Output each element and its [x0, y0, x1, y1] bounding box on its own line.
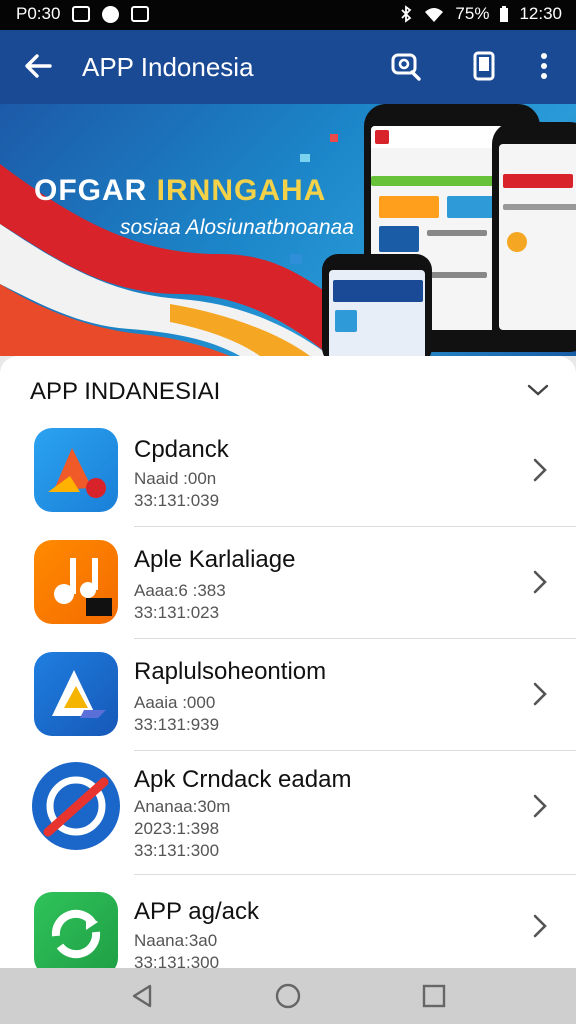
- app-name: APP ag/ack: [134, 898, 259, 925]
- list-item[interactable]: Raplulsoheontiom Aaaia :000 33:131:939: [0, 640, 576, 750]
- chevron-right-icon[interactable]: [530, 680, 550, 708]
- search-icon[interactable]: [390, 50, 422, 82]
- banner-headline: OFGAR IRNNGAHA: [34, 174, 326, 208]
- app-meta-line: Aaaia :000: [134, 693, 216, 712]
- banner-headline-a: OFGAR: [34, 174, 148, 207]
- battery-icon: [500, 6, 509, 22]
- status-left-time: P0:30: [16, 4, 61, 23]
- app-icon-app-agack: [34, 892, 118, 968]
- app-meta-line: 33:131:939: [134, 715, 220, 734]
- image-notification-icon: [72, 6, 91, 22]
- app-meta: Aaaa:6 :383 33:131:023: [134, 580, 226, 624]
- app-meta-line: 2023:1:398: [134, 819, 220, 838]
- app-meta-line: 33:131:300: [134, 841, 220, 860]
- app-notification-icon: [131, 6, 150, 22]
- list-item[interactable]: Apk Crndack eadam Ananaa:30m 2023:1:398 …: [0, 752, 576, 874]
- app-meta-line: 33:131:300: [134, 953, 220, 968]
- settings-notification-icon: [102, 5, 120, 23]
- divider: [134, 638, 576, 639]
- list-item[interactable]: Aple Karlaliage Aaaa:6 :383 33:131:023: [0, 528, 576, 638]
- app-list-sheet: APP INDANESIAI Cpdanck Naaid :00n 33:131…: [0, 356, 576, 968]
- device-icon[interactable]: [468, 50, 500, 82]
- chevron-right-icon[interactable]: [530, 568, 550, 596]
- nav-home-icon[interactable]: [274, 982, 302, 1010]
- app-meta: Naaid :00n 33:131:039: [134, 468, 219, 512]
- system-nav-bar: [0, 968, 576, 1024]
- app-meta-line: Naana:3a0: [134, 931, 218, 950]
- chevron-right-icon[interactable]: [530, 792, 550, 820]
- app-meta-line: Ananaa:30m: [134, 797, 231, 816]
- phone-mockup-right: [492, 122, 576, 352]
- app-meta: Naana:3a0 33:131:300: [134, 930, 219, 968]
- status-bar: P0:30 75% 12:30: [0, 0, 576, 30]
- back-arrow-icon[interactable]: [22, 50, 54, 82]
- app-icon-cpdanck: [34, 428, 118, 512]
- status-clock: 12:30: [519, 4, 562, 23]
- app-name: Raplulsoheontiom: [134, 658, 327, 685]
- app-icon-raplulsoheontiom: [34, 652, 118, 736]
- app-meta-line: Aaaa:6 :383: [134, 581, 226, 600]
- small-phone-screen: [329, 270, 425, 356]
- app-icon-aple-karlaliage: [34, 540, 118, 624]
- app-meta: Aaaia :000 33:131:939: [134, 692, 219, 736]
- app-meta: Ananaa:30m 2023:1:398 33:131:300: [134, 796, 230, 862]
- banner-subline: sosiaa Alosiunatbnoanaa: [120, 216, 354, 239]
- divider: [134, 526, 576, 527]
- divider: [134, 750, 576, 751]
- list-item[interactable]: APP ag/ack Naana:3a0 33:131:300: [0, 876, 576, 968]
- banner-headline-b: IRNNGAHA: [156, 174, 327, 207]
- wifi-icon: [425, 8, 444, 22]
- nav-back-icon[interactable]: [128, 982, 156, 1010]
- app-meta-line: 33:131:039: [134, 491, 220, 510]
- app-meta-line: 33:131:023: [134, 603, 220, 622]
- app-icon-apk-crndack: [32, 762, 120, 850]
- list-item[interactable]: Cpdanck Naaid :00n 33:131:039: [0, 416, 576, 526]
- more-options-icon[interactable]: [528, 50, 560, 82]
- app-meta-line: Naaid :00n: [134, 469, 217, 488]
- bluetooth-icon: [401, 5, 412, 23]
- app-name: Cpdanck: [134, 436, 229, 463]
- app-name: Aple Karlaliage: [134, 546, 296, 573]
- chevron-right-icon[interactable]: [530, 912, 550, 940]
- chevron-right-icon[interactable]: [530, 456, 550, 484]
- right-phone-screen: [499, 144, 576, 330]
- page-title: APP Indonesia: [82, 52, 254, 82]
- promo-banner[interactable]: OFGAR IRNNGAHA sosiaa Alosiunatbnoanaa: [0, 104, 576, 356]
- divider: [134, 874, 576, 875]
- nav-recents-icon[interactable]: [420, 982, 448, 1010]
- section-title: APP INDANESIAI: [30, 378, 221, 405]
- battery-percent: 75%: [455, 4, 490, 23]
- app-name: Apk Crndack eadam: [134, 766, 352, 793]
- app-bar: APP Indonesia: [0, 30, 576, 104]
- phone-mockup-small: [322, 254, 432, 356]
- chevron-down-icon[interactable]: [526, 378, 550, 402]
